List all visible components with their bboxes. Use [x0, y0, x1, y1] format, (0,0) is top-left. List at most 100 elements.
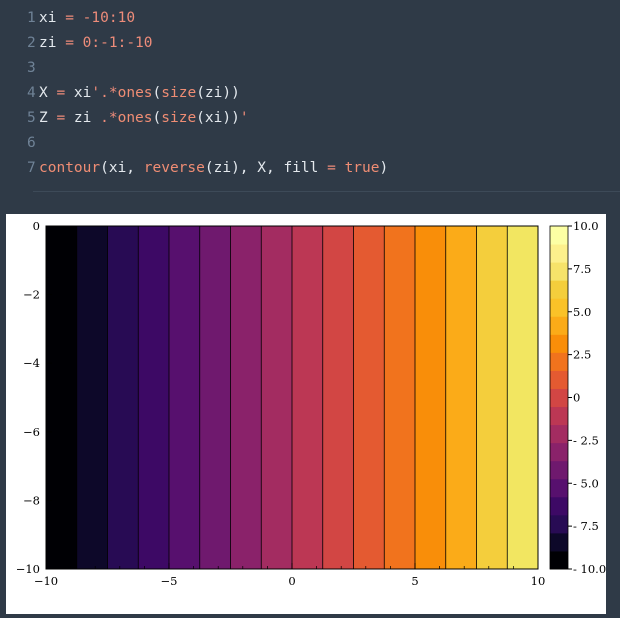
- code-token: size: [161, 85, 197, 101]
- line-number: 7: [27, 160, 36, 176]
- line-code: X = xi'.*ones(size(zi)): [39, 81, 240, 106]
- colorbar-segment: [550, 280, 568, 299]
- contour-band: [415, 226, 446, 569]
- contour-band: [107, 226, 139, 569]
- line-number: 6: [27, 135, 36, 151]
- code-token: =: [65, 35, 74, 51]
- colorbar-segment: [550, 514, 568, 534]
- code-token: '.*: [91, 85, 118, 101]
- colorbar-segment: [550, 226, 568, 245]
- code-token: =: [56, 110, 66, 126]
- line-number: 3: [27, 60, 36, 76]
- code-token: X: [39, 85, 57, 101]
- contour-band: [261, 226, 292, 569]
- contour-band: [138, 226, 169, 569]
- code-token: (xi,: [100, 160, 144, 176]
- code-token: contour: [39, 160, 101, 176]
- code-token: reverse: [143, 160, 205, 176]
- colorbar-segment: [550, 406, 568, 426]
- code-token: =: [56, 85, 66, 101]
- contour-band: [76, 226, 108, 569]
- y-tick-label: −6: [23, 425, 40, 439]
- y-tick-label: −2: [23, 288, 40, 302]
- contour-band: [169, 226, 200, 569]
- colorbar-tick-label: 10.0: [573, 219, 599, 233]
- line-number: 2: [27, 35, 36, 51]
- colorbar-segment: [550, 460, 568, 480]
- contour-band: [199, 226, 231, 569]
- contour-band: [292, 226, 323, 569]
- y-tick-label: −4: [23, 356, 40, 370]
- contour-band: [46, 226, 77, 569]
- code-line-4[interactable]: 4X = xi'.*ones(size(zi)): [0, 81, 620, 106]
- code-token: =: [327, 160, 336, 176]
- code-token: ): [379, 160, 389, 176]
- code-token: xi: [39, 10, 66, 26]
- colorbar-segment: [550, 442, 568, 462]
- colorbar-tick-label: 7.5: [573, 262, 591, 276]
- y-tick-label: 0: [33, 219, 40, 233]
- colorbar-segment: [550, 532, 568, 552]
- line-number: 1: [27, 10, 36, 26]
- colorbar-segment: [550, 424, 568, 444]
- contour-band: [230, 226, 262, 569]
- colorbar-segment: [550, 334, 568, 353]
- x-tick-label: 10: [531, 574, 546, 588]
- code-token: ones: [117, 85, 153, 101]
- editor-divider: [33, 191, 620, 192]
- code-token: (: [152, 110, 162, 126]
- colorbar-segment: [550, 496, 568, 516]
- code-line-2[interactable]: 2 zi = 0:-1:-10: [0, 31, 620, 56]
- code-line-7[interactable]: 7 contour(xi, reverse(zi), X, fill = true…: [0, 156, 620, 181]
- code-line-5[interactable]: 5Z = zi .*ones(size(xi))': [0, 106, 620, 131]
- x-tick-label: 0: [288, 574, 295, 588]
- colorbar-segment: [550, 388, 568, 408]
- code-token: (zi)): [196, 85, 240, 101]
- line-number: 5: [27, 110, 36, 126]
- code-token: zi: [39, 35, 66, 51]
- code-token: (xi)): [196, 110, 240, 126]
- contour-band: [507, 226, 538, 569]
- contour-plot: −10 −5 0 5 10 0 −2 −4 −6 −8 −10 10.0 7.5 5.0 2.5 0 - 2.5…: [16, 219, 606, 588]
- x-tick-label: −5: [161, 574, 178, 588]
- line-code: zi = 0:-1:-10: [39, 31, 153, 56]
- colorbar-segment: [550, 298, 568, 317]
- x-tick-label: −10: [34, 574, 58, 588]
- code-editor[interactable]: 1 xi = -10:10 2 zi = 0:-1:-10 3 4 X = xi'.*one…: [0, 0, 620, 198]
- code-token: Z: [39, 110, 57, 126]
- colorbar-tick-label: - 7.5: [573, 519, 599, 533]
- colorbar-tick-label: 0: [573, 391, 580, 405]
- colorbar-segment: [550, 370, 568, 389]
- contour-band: [322, 226, 354, 569]
- code-line-3[interactable]: 3: [0, 56, 620, 81]
- code-token: (zi), X, fill: [204, 160, 328, 176]
- code-token: (: [152, 85, 162, 101]
- plot-output: −10 −5 0 5 10 0 −2 −4 −6 −8 −10 10.0 7.5 5.0 2.5 0 - 2.5…: [6, 214, 606, 614]
- contour-band: [476, 226, 508, 569]
- colorbar-tick-label: - 5.0: [573, 476, 599, 490]
- colorbar-segment: [550, 262, 568, 281]
- code-token: ': [239, 110, 249, 126]
- colorbar-tick-label: - 10.0: [573, 562, 606, 576]
- code-token: 0:-1:-10: [82, 35, 153, 51]
- contour-band: [384, 226, 415, 569]
- contour-band: [353, 226, 385, 569]
- colorbar-tick-label: 2.5: [573, 348, 591, 362]
- colorbar-segment: [550, 550, 568, 570]
- code-token: zi: [65, 110, 101, 126]
- line-code: Z = zi .*ones(size(xi))': [39, 106, 249, 131]
- y-tick-label: −8: [23, 493, 40, 507]
- code-token: true: [344, 160, 380, 176]
- code-token: .*: [100, 110, 118, 126]
- colorbar-tick-label: - 2.5: [573, 433, 599, 447]
- line-code: contour(xi, reverse(zi), X, fill = true): [39, 156, 388, 181]
- code-line-6[interactable]: 6: [0, 131, 620, 156]
- code-line-1[interactable]: 1 xi = -10:10: [0, 6, 620, 31]
- code-token: -10:10: [82, 10, 136, 26]
- code-token: size: [161, 110, 197, 126]
- line-code: xi = -10:10: [39, 6, 135, 31]
- colorbar-segment: [550, 316, 568, 335]
- y-tick-label: −10: [16, 562, 40, 576]
